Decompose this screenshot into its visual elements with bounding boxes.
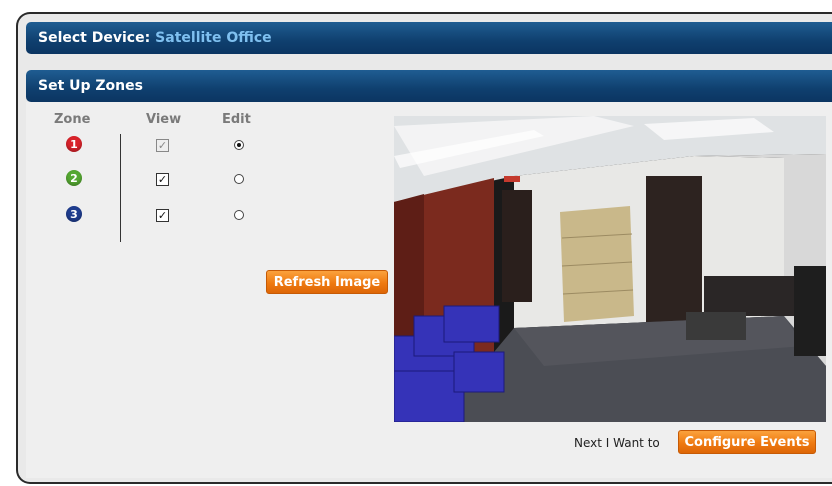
camera-image[interactable]	[394, 116, 826, 422]
select-device-label: Select Device:	[38, 30, 151, 46]
column-divider	[120, 134, 121, 242]
set-up-zones-title: Set Up Zones	[38, 78, 143, 94]
zone-2-badge: 2	[66, 170, 82, 186]
refresh-image-button[interactable]: Refresh Image	[266, 270, 388, 294]
zones-panel: Zone View Edit 1 ✓ 2 ✓ 3 ✓ Refresh Image	[26, 102, 832, 478]
view-header: View	[146, 112, 182, 127]
set-up-zones-bar: Set Up Zones	[26, 70, 832, 102]
zone-3-badge: 3	[66, 206, 82, 222]
edit-header: Edit	[222, 112, 251, 127]
zone-3-edit-radio[interactable]	[234, 210, 244, 220]
zone-1-view-checkbox[interactable]: ✓	[156, 139, 169, 152]
device-name[interactable]: Satellite Office	[155, 30, 271, 46]
next-prompt: Next I Want to	[574, 436, 660, 450]
zone-3-view-checkbox[interactable]: ✓	[156, 209, 169, 222]
select-device-bar[interactable]: Select Device: Satellite Office	[26, 22, 832, 54]
zone-2-edit-radio[interactable]	[234, 174, 244, 184]
zone-2-view-checkbox[interactable]: ✓	[156, 173, 169, 186]
zone-1-edit-radio[interactable]	[234, 140, 244, 150]
camera-scene	[394, 116, 826, 422]
configure-events-button[interactable]: Configure Events	[678, 430, 816, 454]
zone-1-badge: 1	[66, 136, 82, 152]
main-frame: Select Device: Satellite Office Set Up Z…	[16, 12, 832, 484]
zone-header: Zone	[54, 112, 91, 127]
